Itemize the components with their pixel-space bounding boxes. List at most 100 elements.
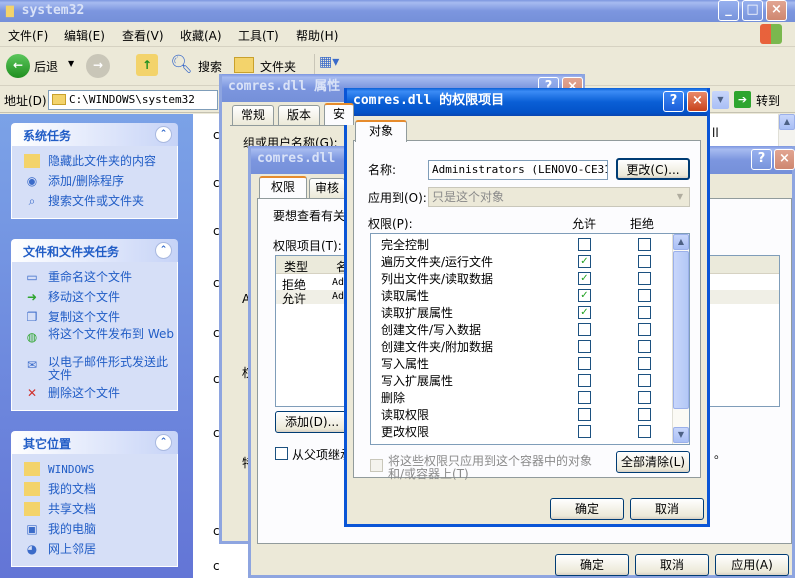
task-search-files[interactable]: ⌕ 搜索文件或文件夹: [12, 192, 177, 212]
entries-label: 权限项目(T):: [273, 239, 342, 253]
allow-checkbox[interactable]: ✓: [578, 289, 591, 302]
deny-header: 拒绝: [630, 217, 655, 231]
scroll-down-icon[interactable]: ▼: [673, 427, 689, 443]
list-item[interactable]: c: [213, 559, 220, 573]
menu-favorites[interactable]: 收藏(A): [180, 27, 222, 44]
task-rename[interactable]: ▭ 重命名这个文件: [12, 268, 177, 288]
allow-checkbox[interactable]: ✓: [578, 272, 591, 285]
minimize-button[interactable]: _: [718, 0, 739, 21]
collapse-icon[interactable]: ⌃: [155, 126, 172, 143]
allow-checkbox[interactable]: [578, 357, 591, 370]
allow-checkbox[interactable]: [578, 323, 591, 336]
change-button[interactable]: 更改(C)...: [616, 158, 690, 180]
deny-checkbox[interactable]: [638, 391, 651, 404]
menu-file[interactable]: 文件(F): [8, 27, 48, 44]
tab-permissions[interactable]: 权限: [259, 176, 307, 198]
folder-icon: ▆: [6, 3, 14, 18]
allow-checkbox[interactable]: [578, 408, 591, 421]
allow-checkbox[interactable]: [578, 374, 591, 387]
deny-checkbox[interactable]: [638, 340, 651, 353]
delete-icon: ✕: [26, 386, 38, 400]
computer-icon: ▣: [26, 522, 38, 536]
menu-help[interactable]: 帮助(H): [296, 27, 338, 44]
maximize-button[interactable]: □: [742, 0, 763, 21]
deny-checkbox[interactable]: [638, 425, 651, 438]
scroll-thumb[interactable]: [673, 251, 689, 409]
address-input[interactable]: C:\WINDOWS\system32: [48, 90, 218, 110]
explorer-title: system32: [21, 3, 85, 18]
close-button[interactable]: ×: [687, 91, 708, 112]
allow-checkbox[interactable]: [578, 391, 591, 404]
help-button[interactable]: ?: [663, 91, 684, 112]
close-button[interactable]: ×: [774, 149, 795, 170]
tab-auditing[interactable]: 审核: [309, 178, 345, 198]
folder-icon: [234, 57, 254, 73]
task-email[interactable]: ✉ 以电子邮件形式发送此文件: [12, 356, 177, 384]
tab-version[interactable]: 版本: [278, 105, 320, 125]
clear-all-button[interactable]: 全部清除(L): [616, 451, 690, 473]
deny-checkbox[interactable]: [638, 357, 651, 370]
task-publish-web[interactable]: ◍ 将这个文件发布到 Web: [12, 328, 177, 356]
cancel-button[interactable]: 取消: [630, 498, 704, 520]
deny-checkbox[interactable]: [638, 289, 651, 302]
search-icon: 🔍︎: [170, 54, 193, 75]
other-places-header[interactable]: 其它位置 ⌃: [11, 431, 178, 454]
deny-checkbox[interactable]: [638, 238, 651, 251]
menu-tools[interactable]: 工具(T): [238, 27, 279, 44]
go-button[interactable]: ➔ 转到: [734, 90, 792, 110]
menu-view[interactable]: 查看(V): [122, 27, 164, 44]
collapse-icon[interactable]: ⌃: [155, 434, 172, 451]
apply-button[interactable]: 应用(A): [715, 554, 789, 576]
scroll-up-icon[interactable]: ▲: [673, 234, 689, 250]
task-move[interactable]: ➜ 移动这个文件: [12, 288, 177, 308]
deny-checkbox[interactable]: [638, 323, 651, 336]
place-windows[interactable]: WINDOWS: [12, 460, 177, 480]
column-type[interactable]: 类型: [284, 258, 308, 275]
cancel-button[interactable]: 取消: [635, 554, 709, 576]
close-button[interactable]: ×: [766, 0, 787, 21]
allow-checkbox[interactable]: [578, 425, 591, 438]
up-folder-icon[interactable]: ↑: [136, 54, 158, 76]
tab-object[interactable]: 对象: [355, 120, 407, 142]
permissions-scrollbar[interactable]: ▲ ▼: [672, 234, 689, 444]
task-hide-folder[interactable]: 隐藏此文件夹的内容: [12, 152, 177, 172]
collapse-icon[interactable]: ⌃: [155, 242, 172, 259]
menu-edit[interactable]: 编辑(E): [64, 27, 105, 44]
allow-checkbox[interactable]: [578, 340, 591, 353]
forward-button[interactable]: →: [86, 54, 110, 78]
task-delete[interactable]: ✕ 删除这个文件: [12, 384, 177, 404]
deny-checkbox[interactable]: [638, 255, 651, 268]
deny-checkbox[interactable]: [638, 408, 651, 421]
deny-checkbox[interactable]: [638, 272, 651, 285]
tab-security[interactable]: 安: [324, 103, 354, 125]
file-tasks-header[interactable]: 文件和文件夹任务 ⌃: [11, 239, 178, 262]
task-copy[interactable]: ❐ 复制这个文件: [12, 308, 177, 328]
place-my-computer[interactable]: ▣ 我的电脑: [12, 520, 177, 540]
ok-button[interactable]: 确定: [550, 498, 624, 520]
place-my-documents[interactable]: 我的文档: [12, 480, 177, 500]
allow-checkbox[interactable]: ✓: [578, 255, 591, 268]
back-button[interactable]: ← 后退 ▼: [6, 54, 76, 80]
search-button[interactable]: 🔍︎ 搜索: [170, 54, 226, 80]
deny-checkbox[interactable]: [638, 374, 651, 387]
allow-checkbox[interactable]: [578, 238, 591, 251]
place-shared-documents[interactable]: 共享文档: [12, 500, 177, 520]
deny-checkbox[interactable]: [638, 306, 651, 319]
folder-icon: [24, 462, 40, 476]
tab-general[interactable]: 常规: [232, 105, 274, 125]
add-button[interactable]: 添加(D)...: [275, 411, 349, 433]
address-dropdown-icon[interactable]: ▼: [712, 91, 729, 109]
views-icon[interactable]: ▦▾: [314, 54, 342, 76]
back-arrow-icon: ←: [6, 54, 30, 78]
globe-icon: ◍: [26, 330, 38, 344]
scroll-up-icon[interactable]: ▲: [779, 114, 795, 130]
other-places-box: 其它位置 ⌃ WINDOWS 我的文档 共享文档 ▣ 我的电脑 ◕ 网上邻居: [11, 431, 178, 567]
help-button[interactable]: ?: [751, 149, 772, 170]
chevron-down-icon: ▼: [672, 189, 688, 205]
system-tasks-header[interactable]: 系统任务 ⌃: [11, 123, 178, 146]
inherit-checkbox[interactable]: [275, 447, 288, 460]
task-add-remove-programs[interactable]: ◉ 添加/删除程序: [12, 172, 177, 192]
ok-button[interactable]: 确定: [555, 554, 629, 576]
place-network[interactable]: ◕ 网上邻居: [12, 540, 177, 560]
allow-checkbox[interactable]: ✓: [578, 306, 591, 319]
